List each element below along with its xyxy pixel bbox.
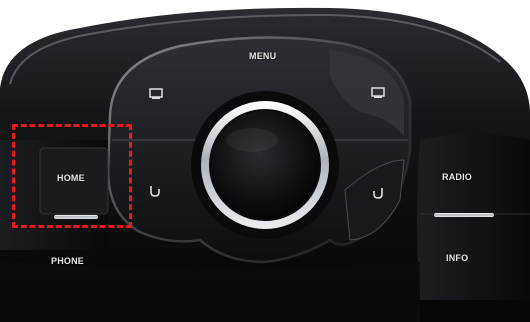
radio-button[interactable] xyxy=(422,145,522,211)
lower-right-back-button[interactable] xyxy=(335,142,407,238)
upper-left-screen-button[interactable] xyxy=(112,60,202,138)
upper-right-screen-button[interactable] xyxy=(330,48,408,138)
phone-button[interactable] xyxy=(30,240,110,274)
home-button[interactable] xyxy=(40,148,108,220)
lower-left-back-button[interactable] xyxy=(112,142,197,234)
rotary-knob[interactable] xyxy=(205,105,325,225)
controller-panel: MENU HOME PHONE RADIO INFO xyxy=(0,0,530,322)
info-button[interactable] xyxy=(422,220,522,290)
menu-button[interactable] xyxy=(205,40,325,76)
